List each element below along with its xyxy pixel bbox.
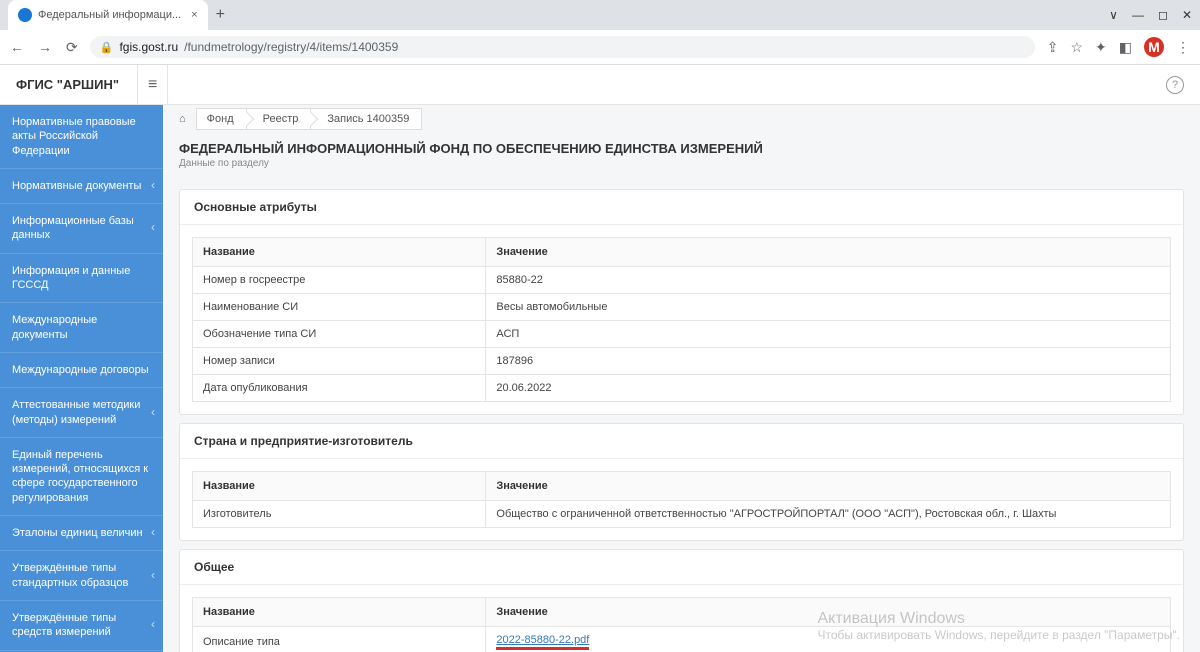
panel-body: НазваниеЗначениеОписание типа 2022-85880-…: [180, 585, 1183, 652]
panel-header: Основные атрибуты: [180, 190, 1183, 225]
url-path: /fundmetrology/registry/4/items/1400359: [184, 40, 398, 54]
breadcrumb-item-0[interactable]: Фонд: [196, 108, 247, 130]
panel-header: Общее: [180, 550, 1183, 585]
table-cell: Обозначение типа СИ: [193, 321, 486, 348]
bookmark-icon[interactable]: ☆: [1070, 39, 1083, 56]
menu-icon[interactable]: ⋮: [1176, 39, 1190, 56]
window-maximize-icon[interactable]: ◻: [1158, 8, 1168, 22]
tab-favicon: [18, 8, 32, 22]
new-tab-button[interactable]: +: [216, 6, 225, 24]
table-header: Название: [193, 598, 486, 627]
extension-icon[interactable]: ◧: [1119, 39, 1132, 56]
table-cell: 187896: [486, 348, 1171, 375]
window-minimize-icon[interactable]: ―: [1132, 8, 1144, 22]
table-row: Дата опубликования20.06.2022: [193, 375, 1171, 402]
table-cell: Общество с ограниченной ответственностью…: [486, 501, 1171, 528]
url-box[interactable]: 🔒 fgis.gost.ru/fundmetrology/registry/4/…: [90, 36, 1035, 58]
app-body: Нормативные правовые акты Российской Фед…: [0, 105, 1200, 652]
table-cell: Весы автомобильные: [486, 294, 1171, 321]
share-icon[interactable]: ⇪: [1047, 39, 1059, 56]
sidebar-item-7[interactable]: Единый перечень измерений, относящихся к…: [0, 438, 163, 516]
highlighted-link: 2022-85880-22.pdf: [496, 634, 589, 650]
table-header: Значение: [486, 238, 1171, 267]
table-row: Номер в госреестре85880-22: [193, 267, 1171, 294]
table-cell: Описание типа: [193, 627, 486, 652]
page-subtitle: Данные по разделу: [163, 158, 1200, 181]
table-row: Описание типа 2022-85880-22.pdf: [193, 627, 1171, 652]
hamburger-icon[interactable]: ≡: [137, 65, 168, 104]
table-row: Обозначение типа СИАСП: [193, 321, 1171, 348]
nav-icons: ← → ⟳: [10, 39, 78, 56]
breadcrumb-item-1[interactable]: Реестр: [246, 108, 312, 130]
table-cell: Изготовитель: [193, 501, 486, 528]
sidebar-item-0[interactable]: Нормативные правовые акты Российской Фед…: [0, 105, 163, 169]
table-cell: 2022-85880-22.pdf: [486, 627, 1171, 652]
sidebar-item-9[interactable]: Утверждённые типы стандартных образцов: [0, 551, 163, 601]
table-cell: Номер в госреестре: [193, 267, 486, 294]
reload-icon[interactable]: ⟳: [66, 39, 78, 56]
browser-chrome: Федеральный информаци... × + ∨ ― ◻ ✕ ← →…: [0, 0, 1200, 65]
table-header: Название: [193, 238, 486, 267]
data-table: НазваниеЗначениеОписание типа 2022-85880-…: [192, 597, 1171, 652]
sidebar-item-4[interactable]: Международные документы: [0, 303, 163, 353]
table-row: Наименование СИВесы автомобильные: [193, 294, 1171, 321]
window-close-icon[interactable]: ✕: [1182, 8, 1192, 22]
panel-1: Страна и предприятие-изготовитель Названи…: [179, 423, 1184, 541]
table-header: Значение: [486, 598, 1171, 627]
back-icon[interactable]: ←: [10, 39, 24, 55]
browser-tab[interactable]: Федеральный информаци... ×: [8, 0, 208, 30]
extensions-icon[interactable]: ✦: [1095, 39, 1107, 56]
breadcrumb-item-2[interactable]: Запись 1400359: [310, 108, 422, 130]
app-title: ФГИС "АРШИН": [16, 77, 119, 92]
help-icon[interactable]: ?: [1166, 76, 1184, 94]
data-table: НазваниеЗначениеНомер в госреестре85880-…: [192, 237, 1171, 402]
window-settings-icon[interactable]: ∨: [1109, 8, 1118, 22]
table-cell: Дата опубликования: [193, 375, 486, 402]
sidebar: Нормативные правовые акты Российской Фед…: [0, 105, 163, 652]
lock-icon: 🔒: [100, 41, 114, 54]
panel-2: Общее НазваниеЗначениеОписание типа 2022-8…: [179, 549, 1184, 652]
sidebar-item-10[interactable]: Утверждённые типы средств измерений: [0, 601, 163, 651]
panel-body: НазваниеЗначениеИзготовительОбщество с о…: [180, 459, 1183, 540]
table-header: Название: [193, 472, 486, 501]
url-host: fgis.gost.ru: [119, 40, 178, 54]
panel-body: НазваниеЗначениеНомер в госреестре85880-…: [180, 225, 1183, 414]
profile-avatar[interactable]: М: [1144, 37, 1164, 57]
table-cell: Наименование СИ: [193, 294, 486, 321]
panel-header: Страна и предприятие-изготовитель: [180, 424, 1183, 459]
tab-bar: Федеральный информаци... × + ∨ ― ◻ ✕: [0, 0, 1200, 30]
table-cell: 20.06.2022: [486, 375, 1171, 402]
data-table: НазваниеЗначениеИзготовительОбщество с о…: [192, 471, 1171, 528]
table-cell: Номер записи: [193, 348, 486, 375]
home-icon[interactable]: ⌂: [179, 113, 186, 125]
window-controls: ∨ ― ◻ ✕: [1109, 8, 1192, 22]
sidebar-item-3[interactable]: Информация и данные ГСССД: [0, 254, 163, 304]
breadcrumb: ⌂ ФондРеестрЗапись 1400359: [163, 105, 1200, 133]
table-header: Значение: [486, 472, 1171, 501]
panel-0: Основные атрибуты НазваниеЗначениеНомер в…: [179, 189, 1184, 415]
table-row: ИзготовительОбщество с ограниченной отве…: [193, 501, 1171, 528]
table-cell: АСП: [486, 321, 1171, 348]
table-row: Номер записи187896: [193, 348, 1171, 375]
sidebar-item-2[interactable]: Информационные базы данных: [0, 204, 163, 254]
table-cell: 85880-22: [486, 267, 1171, 294]
tab-title: Федеральный информаци...: [38, 9, 181, 21]
toolbar-right: ⇪ ☆ ✦ ◧ М ⋮: [1047, 37, 1190, 57]
app-header: ФГИС "АРШИН" ≡ ?: [0, 65, 1200, 105]
forward-icon[interactable]: →: [38, 39, 52, 55]
sidebar-item-1[interactable]: Нормативные документы: [0, 169, 163, 204]
main-content: ⌂ ФондРеестрЗапись 1400359 ФЕДЕРАЛЬНЫЙ И…: [163, 105, 1200, 652]
tab-close-icon[interactable]: ×: [191, 9, 197, 21]
pdf-link[interactable]: 2022-85880-22.pdf: [496, 634, 589, 646]
page-title: ФЕДЕРАЛЬНЫЙ ИНФОРМАЦИОННЫЙ ФОНД ПО ОБЕСП…: [163, 133, 1200, 158]
sidebar-item-8[interactable]: Эталоны единиц величин: [0, 516, 163, 551]
sidebar-item-6[interactable]: Аттестованные методики (методы) измерени…: [0, 388, 163, 438]
sidebar-item-5[interactable]: Международные договоры: [0, 353, 163, 388]
address-bar: ← → ⟳ 🔒 fgis.gost.ru/fundmetrology/regis…: [0, 30, 1200, 64]
